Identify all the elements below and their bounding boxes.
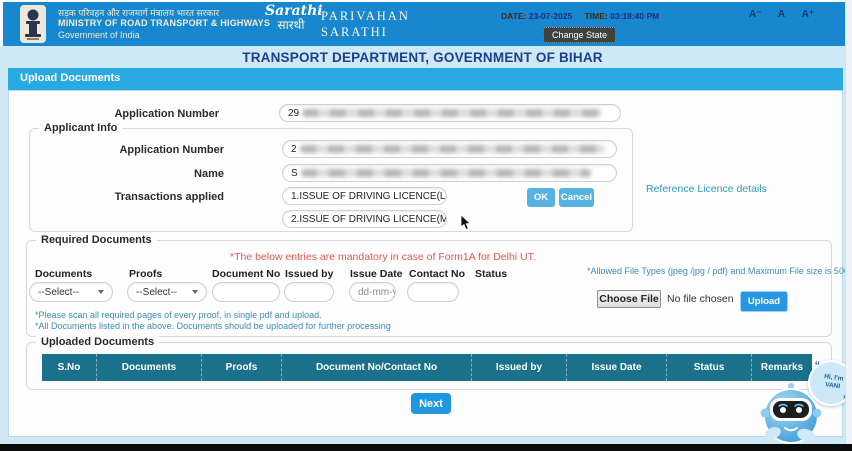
status-column-label: Status	[475, 268, 507, 280]
uploaded-documents-table-header: S.No Documents Proofs Document No/Contac…	[42, 354, 812, 381]
date-value: 23-07-2025	[529, 11, 572, 21]
application-number-input[interactable]: 29	[279, 104, 621, 122]
documents-listed-note: *All Documents listed in the above. Docu…	[35, 321, 391, 331]
proofs-header: Proofs	[202, 354, 282, 381]
sarathi-logo: Sarathi सारथी	[265, 4, 317, 32]
allowed-file-types-note: *Allowed File Types (jpeg /jpg / pdf) an…	[587, 266, 852, 276]
upload-documents-screen: सड़क परिवहन और राजमार्ग मंत्रालय भारत सर…	[0, 0, 852, 451]
upload-button[interactable]: Upload	[740, 291, 788, 312]
font-normal-button[interactable]: A	[778, 9, 785, 20]
contact-no-input[interactable]	[407, 282, 459, 302]
emblem-of-india-icon	[20, 5, 46, 43]
documents-select[interactable]: --Select--	[29, 282, 113, 302]
transaction-item-2[interactable]: 2.ISSUE OF DRIVING LICENCE(MCWG)	[282, 210, 447, 228]
redacted-value	[302, 109, 602, 117]
open-quote-icon: “	[813, 360, 820, 373]
scrollbar[interactable]	[845, 0, 852, 444]
proofs-column-label: Proofs	[129, 268, 162, 280]
name-value: S	[291, 168, 298, 179]
contact-no-column-label: Contact No	[409, 268, 465, 280]
brand-line-sarathi: SARATHI	[321, 24, 410, 40]
app-header: सड़क परिवहन और राजमार्ग मंत्रालय भारत सर…	[0, 0, 845, 46]
mandatory-note: *The below entries are mandatory in case…	[230, 251, 536, 263]
transaction-item-1[interactable]: 1.ISSUE OF DRIVING LICENCE(LMV)	[282, 187, 447, 205]
documents-header: Documents	[97, 354, 202, 381]
issue-date-input[interactable]: dd-mm-yy	[349, 282, 396, 302]
mouse-cursor-icon	[460, 215, 472, 231]
uploaded-documents-legend: Uploaded Documents	[36, 336, 159, 348]
docno-contact-header: Document No/Contact No	[282, 354, 472, 381]
required-documents-fieldset: Required Documents *The below entries ar…	[26, 240, 832, 337]
time-label: TIME:	[585, 11, 608, 21]
datetime-display: DATE: 23-07-2025 TIME: 03:18:40 PM	[501, 11, 669, 21]
applicant-application-number-value: 2	[291, 144, 297, 155]
ok-button[interactable]: OK	[527, 188, 555, 207]
sarathi-logo-devanagari: सारथी	[265, 19, 317, 32]
font-size-controls: A⁻ A A⁺	[749, 9, 828, 20]
uploaded-documents-fieldset: Uploaded Documents S.No Documents Proofs…	[26, 342, 832, 390]
brand-line-parivahan: PARIVAHAN	[321, 8, 410, 24]
change-state-button[interactable]: Change State	[543, 27, 616, 43]
chevron-down-icon	[192, 290, 198, 294]
applicant-application-number-input[interactable]: 2	[282, 140, 617, 158]
applicant-application-number-label: Application Number	[90, 144, 224, 156]
issue-date-header: Issue Date	[567, 354, 667, 381]
proofs-select-value: --Select--	[136, 287, 177, 298]
time-value: 03:18:40 PM	[610, 11, 659, 21]
issue-date-placeholder: dd-mm-yy	[358, 287, 396, 298]
font-increase-button[interactable]: A⁺	[802, 9, 815, 20]
choose-file-button[interactable]: Choose File	[597, 290, 661, 308]
date-label: DATE:	[501, 11, 526, 21]
issued-by-header: Issued by	[472, 354, 567, 381]
documents-select-value: --Select--	[38, 287, 79, 298]
reference-licence-details-link[interactable]: Reference Licence details	[646, 183, 767, 195]
documents-column-label: Documents	[35, 268, 92, 280]
name-label: Name	[90, 168, 224, 180]
remarks-header: Remarks	[752, 354, 812, 381]
application-number-value: 29	[288, 108, 299, 119]
applicant-info-legend: Applicant Info	[39, 122, 122, 134]
applicant-info-fieldset: Applicant Info Application Number 2 Name…	[29, 128, 633, 232]
cancel-button[interactable]: Cancel	[559, 188, 594, 207]
sarathi-logo-latin: Sarathi	[265, 4, 317, 19]
main-panel: Application Number 29 Applicant Info App…	[8, 90, 843, 437]
parivahan-sarathi-brand: PARIVAHAN SARATHI	[321, 8, 410, 40]
issued-by-column-label: Issued by	[285, 268, 333, 280]
proofs-select[interactable]: --Select--	[127, 282, 207, 302]
document-no-column-label: Document No	[212, 268, 280, 280]
issue-date-column-label: Issue Date	[350, 268, 403, 280]
redacted-value	[301, 169, 591, 177]
document-no-input[interactable]	[212, 282, 280, 302]
ministry-name-english: MINISTRY OF ROAD TRANSPORT & HIGHWAYS	[58, 18, 270, 28]
name-input[interactable]: S	[282, 164, 617, 182]
page-title: TRANSPORT DEPARTMENT, GOVERNMENT OF BIHA…	[0, 50, 845, 65]
no-file-chosen-text: No file chosen	[667, 293, 734, 305]
sno-header: S.No	[42, 354, 97, 381]
chevron-down-icon	[98, 290, 104, 294]
issued-by-input[interactable]	[284, 282, 334, 302]
next-button[interactable]: Next	[411, 393, 451, 414]
redacted-value	[300, 145, 605, 153]
bottom-black-bar	[0, 444, 852, 451]
transactions-applied-label: Transactions applied	[90, 191, 224, 203]
application-number-label: Application Number	[85, 108, 219, 120]
status-header: Status	[667, 354, 752, 381]
upload-documents-section-bar: Upload Documents	[8, 68, 843, 90]
font-decrease-button[interactable]: A⁻	[749, 9, 762, 20]
government-of-india-label: Government of India	[58, 30, 140, 40]
section-title: Upload Documents	[8, 68, 843, 84]
scan-note: *Please scan all required pages of every…	[35, 310, 322, 320]
required-documents-legend: Required Documents	[36, 234, 157, 246]
chatbot-avatar[interactable]	[758, 380, 824, 446]
